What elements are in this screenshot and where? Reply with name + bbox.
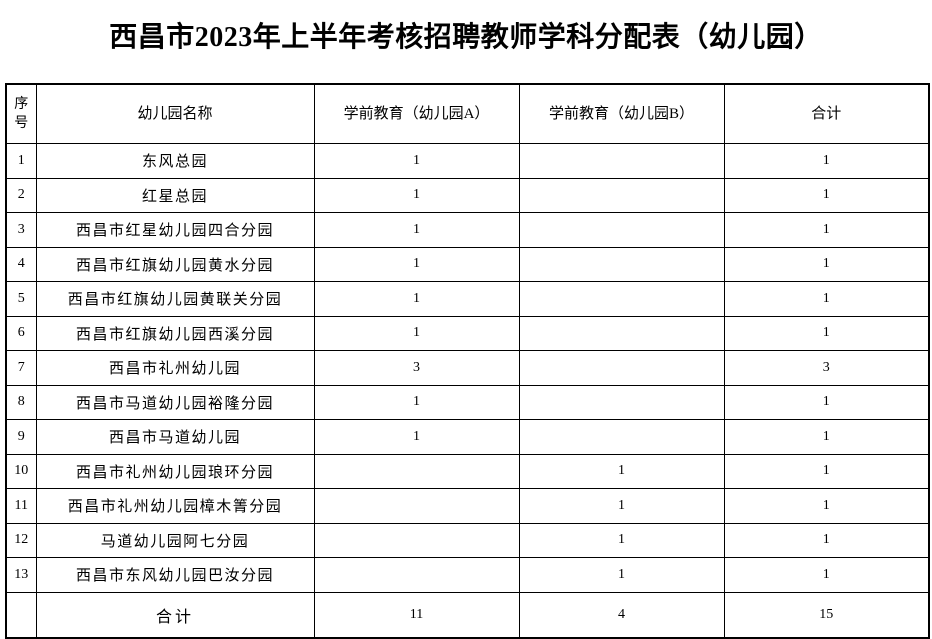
cell-total: 1 [723,384,930,420]
cell-name: 西昌市红旗幼儿园黄联关分园 [35,281,315,317]
cell-a [313,453,520,489]
cell-seq: 10 [5,453,37,489]
column-header-seq: 序号 [5,83,37,144]
table-row: 12 马道幼儿园阿七分园 1 1 [5,522,930,558]
cell-total: 1 [723,177,930,213]
cell-b: 1 [518,557,725,593]
table-row: 6 西昌市红旗幼儿园西溪分园 1 1 [5,315,930,351]
cell-total-seq [5,591,37,638]
page-title: 西昌市2023年上半年考核招聘教师学科分配表（幼儿园） [109,22,823,53]
column-header-total: 合计 [723,83,930,144]
table-row: 3 西昌市红星幼儿园四合分园 1 1 [5,212,930,248]
table-row: 13 西昌市东风幼儿园巴汝分园 1 1 [5,557,930,593]
cell-name: 西昌市东风幼儿园巴汝分园 [35,557,315,593]
table-head: 序号 幼儿园名称 学前教育（幼儿园A） 学前教育（幼儿园B） 合计 [5,83,930,144]
cell-name: 东风总园 [35,143,315,179]
cell-seq: 6 [5,315,37,351]
cell-b [518,143,725,179]
cell-total: 1 [723,419,930,455]
cell-b: 1 [518,522,725,558]
cell-a: 1 [313,384,520,420]
table-row: 8 西昌市马道幼儿园裕隆分园 1 1 [5,384,930,420]
table-row: 5 西昌市红旗幼儿园黄联关分园 1 1 [5,281,930,317]
cell-total: 3 [723,350,930,386]
cell-name: 西昌市礼州幼儿园琅环分园 [35,453,315,489]
cell-total: 1 [723,522,930,558]
table-row: 1 东风总园 1 1 [5,143,930,179]
cell-b [518,419,725,455]
cell-name: 西昌市礼州幼儿园樟木箐分园 [35,488,315,524]
cell-b [518,177,725,213]
cell-a: 1 [313,212,520,248]
cell-seq: 7 [5,350,37,386]
table-row: 9 西昌市马道幼儿园 1 1 [5,419,930,455]
column-header-name: 幼儿园名称 [35,83,315,144]
cell-name: 红星总园 [35,177,315,213]
cell-seq: 11 [5,488,37,524]
cell-total-grand: 15 [723,591,930,638]
cell-b [518,350,725,386]
cell-total-label: 合计 [35,591,315,638]
cell-name: 马道幼儿园阿七分园 [35,522,315,558]
cell-b: 1 [518,488,725,524]
column-header-a: 学前教育（幼儿园A） [313,83,520,144]
cell-seq: 8 [5,384,37,420]
cell-a: 3 [313,350,520,386]
cell-total: 1 [723,315,930,351]
cell-b [518,281,725,317]
cell-a: 1 [313,419,520,455]
cell-total: 1 [723,488,930,524]
cell-total: 1 [723,212,930,248]
cell-a: 1 [313,281,520,317]
cell-a: 1 [313,315,520,351]
cell-seq: 12 [5,522,37,558]
cell-b [518,315,725,351]
cell-b [518,384,725,420]
cell-total: 1 [723,557,930,593]
column-header-b: 学前教育（幼儿园B） [518,83,725,144]
cell-seq: 3 [5,212,37,248]
table-body: 1 东风总园 1 1 2 红星总园 1 1 3 西昌市红星幼儿园四合分园 1 1… [5,143,930,638]
table-header-row: 序号 幼儿园名称 学前教育（幼儿园A） 学前教育（幼儿园B） 合计 [5,83,930,144]
cell-name: 西昌市红旗幼儿园黄水分园 [35,246,315,282]
table-row: 7 西昌市礼州幼儿园 3 3 [5,350,930,386]
cell-a: 1 [313,143,520,179]
table-row: 4 西昌市红旗幼儿园黄水分园 1 1 [5,246,930,282]
cell-seq: 13 [5,557,37,593]
cell-total: 1 [723,246,930,282]
cell-total-a: 11 [313,591,520,638]
table-row: 11 西昌市礼州幼儿园樟木箐分园 1 1 [5,488,930,524]
cell-a: 1 [313,177,520,213]
cell-b: 1 [518,453,725,489]
cell-name: 西昌市礼州幼儿园 [35,350,315,386]
cell-seq: 1 [5,143,37,179]
cell-total: 1 [723,281,930,317]
allocation-table: 序号 幼儿园名称 学前教育（幼儿园A） 学前教育（幼儿园B） 合计 1 东风总园… [5,83,930,639]
cell-total: 1 [723,143,930,179]
cell-name: 西昌市红旗幼儿园西溪分园 [35,315,315,351]
cell-b [518,212,725,248]
allocation-table-wrapper: 序号 幼儿园名称 学前教育（幼儿园A） 学前教育（幼儿园B） 合计 1 东风总园… [5,83,930,639]
table-row: 10 西昌市礼州幼儿园琅环分园 1 1 [5,453,930,489]
cell-a [313,557,520,593]
cell-total: 1 [723,453,930,489]
table-row: 2 红星总园 1 1 [5,177,930,213]
cell-total-b: 4 [518,591,725,638]
cell-b [518,246,725,282]
cell-name: 西昌市马道幼儿园裕隆分园 [35,384,315,420]
cell-a: 1 [313,246,520,282]
table-total-row: 合计 11 4 15 [5,591,930,638]
cell-name: 西昌市马道幼儿园 [35,419,315,455]
cell-a [313,522,520,558]
cell-seq: 5 [5,281,37,317]
cell-seq: 9 [5,419,37,455]
cell-seq: 4 [5,246,37,282]
cell-seq: 2 [5,177,37,213]
cell-a [313,488,520,524]
cell-name: 西昌市红星幼儿园四合分园 [35,212,315,248]
document-page: 西昌市2023年上半年考核招聘教师学科分配表（幼儿园） 序号 幼儿园名称 学前教… [0,0,932,639]
